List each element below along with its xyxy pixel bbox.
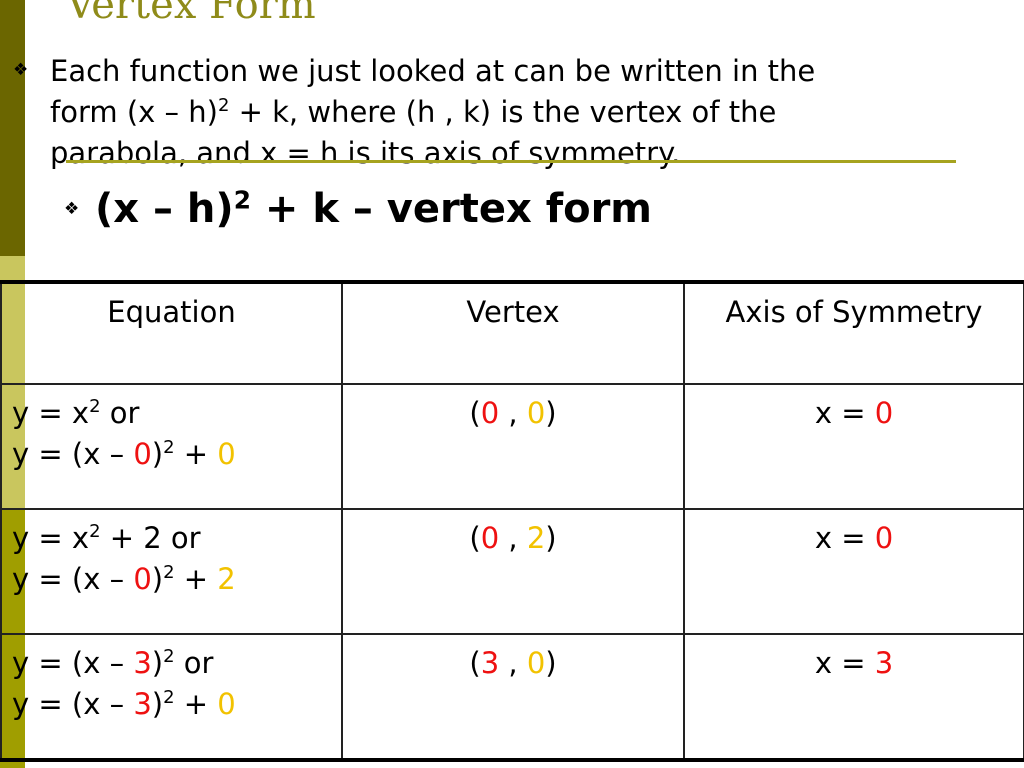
- equation-text: y = (x –: [12, 646, 134, 680]
- vertex-form-table: Equation Vertex Axis of Symmetry y = x2 …: [0, 280, 1024, 762]
- title-underline-divider: [66, 160, 956, 163]
- vertex-h-value: 0: [480, 396, 500, 430]
- table-row: y = x2 or y = (x – 0)2 + 0 (0 , 0) x = 0: [0, 383, 1024, 510]
- h-value: 3: [133, 687, 152, 721]
- equation-cell: y = x2 or y = (x – 0)2 + 0: [0, 383, 343, 510]
- vertex-k-value: 0: [526, 646, 546, 680]
- body-paragraph: Each function we just looked at can be w…: [50, 51, 980, 174]
- axis-value: 0: [874, 521, 894, 555]
- axis-prefix: x =: [814, 396, 875, 430]
- equation-text: y = (x –: [12, 562, 134, 596]
- subheading-vertex-form: (x – h)2 + k – vertex form: [95, 186, 652, 232]
- equation-line: y = x2 + 2 or: [12, 518, 331, 559]
- axis-prefix: x =: [814, 646, 875, 680]
- equation-text: or: [100, 396, 140, 430]
- paragraph-line-3: parabola, and x = h is its axis of symme…: [50, 136, 681, 170]
- vertex-k-value: 0: [526, 396, 546, 430]
- equation-line: y = (x – 0)2 + 0: [12, 437, 236, 471]
- axis-prefix: x =: [814, 521, 875, 555]
- axis-cell: x = 3: [683, 633, 1024, 762]
- axis-value: 3: [874, 646, 894, 680]
- axis-cell: x = 0: [683, 383, 1024, 510]
- equation-line: y = (x – 3)2 or: [12, 643, 331, 684]
- k-value: 0: [217, 437, 236, 471]
- h-value: 0: [133, 562, 152, 596]
- equation-text: y = x: [12, 396, 90, 430]
- k-value: 2: [217, 562, 236, 596]
- equation-text: + 2 or: [100, 521, 201, 555]
- header-equation: Equation: [0, 280, 343, 385]
- equation-text: y = (x –: [12, 437, 134, 471]
- header-axis-of-symmetry: Axis of Symmetry: [683, 280, 1024, 385]
- h-value: 0: [133, 437, 152, 471]
- paragraph-text: form (x – h): [50, 95, 218, 129]
- sidebar-accent-dark: [0, 0, 25, 256]
- axis-value: 0: [874, 396, 894, 430]
- four-diamond-bullet-icon: ❖: [13, 60, 29, 80]
- superscript: 2: [163, 437, 175, 459]
- superscript: 2: [233, 185, 251, 215]
- equation-text: or: [174, 646, 214, 680]
- equation-text: +: [174, 437, 218, 471]
- four-diamond-bullet-icon: ❖: [64, 199, 80, 219]
- equation-line: y = (x – 3)2 + 0: [12, 687, 236, 721]
- equation-line: y = (x – 0)2 + 2: [12, 562, 236, 596]
- equation-text: ): [151, 646, 164, 680]
- paragraph-text: + k, where (h , k) is the vertex of the: [229, 95, 777, 129]
- subheading-text: (x – h): [95, 186, 234, 232]
- vertex-h-value: 0: [480, 521, 500, 555]
- table-row: y = (x – 3)2 or y = (x – 3)2 + 0 (3 , 0)…: [0, 633, 1024, 762]
- equation-text: y = (x –: [12, 687, 134, 721]
- vertex-k-value: 2: [526, 521, 546, 555]
- superscript: 2: [163, 646, 175, 668]
- superscript: 2: [89, 521, 101, 543]
- subheading-text: + k – vertex form: [250, 186, 652, 232]
- equation-cell: y = x2 + 2 or y = (x – 0)2 + 2: [0, 508, 343, 635]
- axis-cell: x = 0: [683, 508, 1024, 635]
- equation-text: +: [174, 562, 218, 596]
- equation-text: +: [174, 687, 218, 721]
- h-value: 3: [133, 646, 152, 680]
- table-row: y = x2 + 2 or y = (x – 0)2 + 2 (0 , 2) x…: [0, 508, 1024, 635]
- vertex-cell: (3 , 0): [341, 633, 685, 762]
- paragraph-line-2: form (x – h)2 + k, where (h , k) is the …: [50, 92, 980, 133]
- superscript: 2: [217, 95, 230, 117]
- header-vertex: Vertex: [341, 280, 685, 385]
- vertex-cell: (0 , 2): [341, 508, 685, 635]
- vertex-h-value: 3: [480, 646, 500, 680]
- vertex-cell: (0 , 0): [341, 383, 685, 510]
- equation-cell: y = (x – 3)2 or y = (x – 3)2 + 0: [0, 633, 343, 762]
- table-header-row: Equation Vertex Axis of Symmetry: [0, 280, 1024, 385]
- paragraph-line-1: Each function we just looked at can be w…: [50, 54, 816, 88]
- superscript: 2: [163, 687, 175, 709]
- slide-title: Vertex Form: [66, 0, 316, 28]
- k-value: 0: [217, 687, 236, 721]
- superscript: 2: [89, 396, 101, 418]
- equation-line: y = x2 or: [12, 393, 331, 434]
- equation-text: y = x: [12, 521, 90, 555]
- superscript: 2: [163, 562, 175, 584]
